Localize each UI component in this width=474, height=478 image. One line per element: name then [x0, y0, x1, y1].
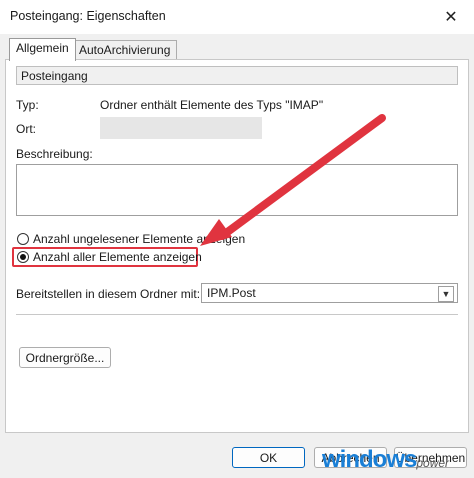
- radio-all-count[interactable]: [17, 251, 29, 263]
- post-label: Bereitstellen in diesem Ordner mit:: [16, 287, 201, 301]
- folder-name-field: Posteingang: [16, 66, 458, 85]
- radio-all-label[interactable]: Anzahl aller Elemente anzeigen: [33, 250, 202, 264]
- watermark-logo: windowspower: [322, 446, 449, 474]
- tab-autoarchivierung[interactable]: AutoArchivierung: [72, 40, 178, 60]
- title-bar: Posteingang: Eigenschaften ✕: [0, 0, 474, 34]
- chevron-down-icon[interactable]: ▼: [438, 286, 454, 302]
- tab-allgemein[interactable]: Allgemein: [9, 38, 76, 61]
- tab-panel: [5, 59, 469, 433]
- location-value-redacted: [100, 117, 262, 139]
- separator: [16, 314, 458, 315]
- folder-size-button[interactable]: Ordnergröße...: [19, 347, 111, 368]
- radio-unread-label[interactable]: Anzahl ungelesener Elemente anzeigen: [33, 232, 245, 246]
- description-textarea[interactable]: [16, 164, 458, 216]
- watermark-part1: windows: [322, 446, 417, 473]
- window-title: Posteingang: Eigenschaften: [10, 9, 166, 23]
- description-label: Beschreibung:: [16, 147, 93, 161]
- post-form-value: IPM.Post: [207, 286, 256, 300]
- properties-dialog: Posteingang: Eigenschaften ✕ Allgemein A…: [0, 0, 474, 478]
- post-form-select[interactable]: IPM.Post ▼: [201, 283, 458, 303]
- type-value: Ordner enthält Elemente des Typs "IMAP": [100, 98, 324, 112]
- close-icon[interactable]: ✕: [428, 0, 474, 34]
- type-label: Typ:: [16, 98, 39, 112]
- radio-unread-count[interactable]: [17, 233, 29, 245]
- ok-button[interactable]: OK: [232, 447, 305, 468]
- location-label: Ort:: [16, 122, 36, 136]
- watermark-part2: power: [416, 456, 450, 470]
